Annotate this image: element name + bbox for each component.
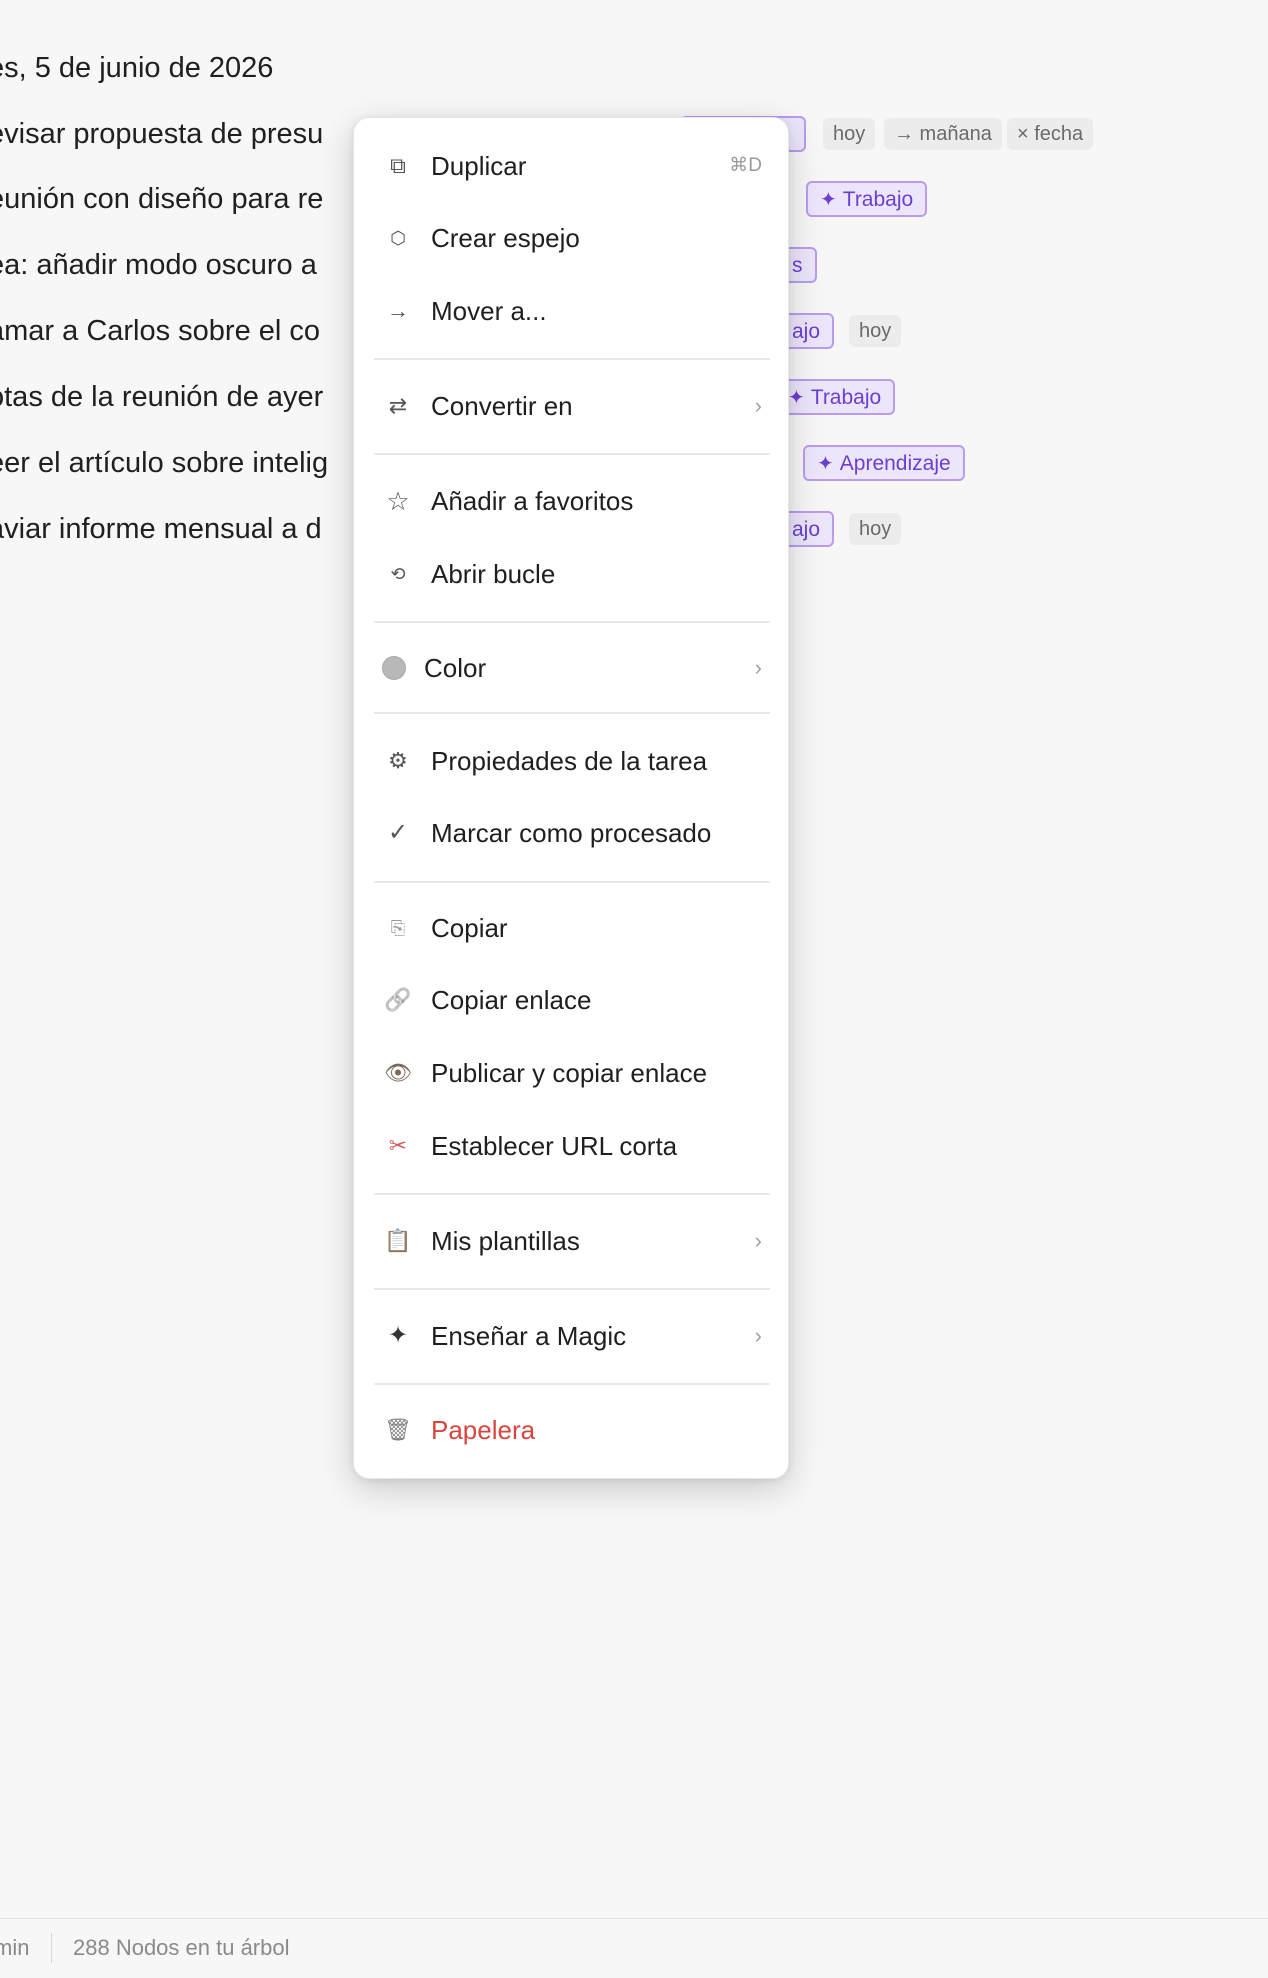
menu-item-short-url[interactable]: ✂ Establecer URL corta (374, 1116, 770, 1176)
link-icon: 🔗 (384, 987, 412, 1012)
menu-item-label: Papelera (431, 1415, 536, 1445)
row-text[interactable]: otas de la reunión de ayer (0, 377, 323, 417)
row-text[interactable]: ea: añadir modo oscuro a (0, 245, 317, 285)
row-text[interactable]: eunión con diseño para re (0, 179, 323, 219)
sparkle-icon: ✦ (817, 453, 834, 475)
status-divider (51, 1933, 52, 1963)
menu-divider (374, 453, 770, 455)
tag-label: Trabajo (810, 386, 882, 409)
menu-item-move[interactable]: → Mover a... (374, 281, 770, 341)
chevron-right-icon: › (754, 1228, 762, 1253)
menu-divider (374, 1383, 770, 1385)
menu-item-label: Marcar como procesado (431, 818, 712, 848)
status-time: min (0, 1935, 30, 1960)
menu-item-mark-processed[interactable]: ✓ Marcar como procesado (374, 803, 770, 863)
context-menu: ⧉ Duplicar ⌘D ⬡ Crear espejo → Mover a..… (353, 117, 789, 1479)
menu-item-label: Mis plantillas (431, 1226, 580, 1256)
menu-item-label: Color (424, 653, 487, 683)
row-text[interactable]: amar a Carlos sobre el co (0, 311, 320, 351)
color-dot-icon (382, 656, 406, 680)
shortcut-hint: ⌘D (729, 155, 762, 176)
menu-item-publish-copy-link[interactable]: 👁 Publicar y copiar enlace (374, 1043, 770, 1103)
menu-item-label: Mover a... (431, 296, 547, 326)
chip-today[interactable]: hoy (823, 118, 876, 150)
menu-item-label: Convertir en (431, 391, 573, 421)
menu-item-label: Duplicar (431, 151, 527, 181)
checkmark-icon: ✓ (387, 819, 409, 846)
loop-icon: ⟲ (390, 564, 406, 584)
menu-item-open-loop[interactable]: ⟲ Abrir bucle (374, 544, 770, 604)
menu-divider (374, 712, 770, 714)
menu-item-favorite[interactable]: ☆ Añadir a favoritos (374, 471, 770, 531)
duplicate-icon: ⧉ (390, 153, 406, 178)
row-text[interactable]: evisar propuesta de presu (0, 114, 323, 154)
clipboard-icon: 📋 (384, 1228, 412, 1253)
menu-item-copy-link[interactable]: 🔗 Copiar enlace (374, 970, 770, 1030)
menu-item-label: Añadir a favoritos (431, 486, 634, 516)
menu-item-trash[interactable]: 🗑 Papelera (374, 1400, 770, 1460)
menu-item-label: Copiar (431, 913, 508, 943)
tag-label: Aprendizaje (839, 452, 951, 475)
menu-item-color[interactable]: Color › (374, 638, 770, 698)
chip-date[interactable]: × fecha (1007, 118, 1094, 150)
eye-icon: 👁 (384, 1060, 412, 1085)
menu-divider (374, 621, 770, 623)
menu-item-mirror[interactable]: ⬡ Crear espejo (374, 208, 770, 268)
menu-item-label: Crear espejo (431, 223, 580, 253)
sparkle-icon: ✦ (387, 1322, 409, 1349)
scissors-icon: ✂ (388, 1133, 408, 1158)
chevron-right-icon: › (754, 655, 762, 680)
menu-item-duplicate[interactable]: ⧉ Duplicar ⌘D (374, 136, 770, 196)
star-icon: ☆ (386, 486, 410, 516)
copy-icon: ⎘ (390, 918, 406, 938)
date-heading: es, 5 de junio de 2026 (0, 52, 274, 84)
menu-item-convert[interactable]: ⇄ Convertir en › (374, 376, 770, 436)
menu-divider (374, 881, 770, 883)
menu-item-label: Enseñar a Magic (431, 1321, 627, 1351)
sparkle-icon: ✦ (788, 387, 805, 409)
chip-tomorrow[interactable]: → mañana (884, 118, 1002, 150)
chip-today[interactable]: hoy (849, 315, 902, 347)
status-bar: min 288 Nodos en tu árbol (0, 1918, 1268, 1978)
chip-today[interactable]: hoy (849, 513, 902, 545)
mirror-icon: ⬡ (390, 228, 406, 248)
gear-icon: ⚙ (388, 748, 408, 773)
tag-label: Trabajo (842, 188, 914, 211)
arrow-right-icon: → (387, 298, 409, 323)
chevron-right-icon: › (754, 1323, 762, 1348)
sparkle-icon: ✦ (820, 189, 837, 211)
tag-pill[interactable]: ✦ Trabajo (806, 181, 928, 217)
menu-item-templates[interactable]: 📋 Mis plantillas › (374, 1211, 770, 1271)
menu-item-label: Abrir bucle (431, 559, 556, 589)
menu-item-label: Publicar y copiar enlace (431, 1058, 708, 1088)
menu-divider (374, 1288, 770, 1290)
menu-item-task-properties[interactable]: ⚙ Propiedades de la tarea (374, 731, 770, 791)
row-text[interactable]: eer el artículo sobre intelig (0, 443, 328, 483)
menu-item-label: Establecer URL corta (431, 1131, 678, 1161)
node-count: 288 Nodos en tu árbol (73, 1935, 290, 1960)
tag-pill[interactable]: ✦ Aprendizaje (803, 445, 965, 481)
menu-divider (374, 1193, 770, 1195)
menu-divider (374, 358, 770, 360)
chevron-right-icon: › (754, 393, 762, 418)
menu-item-teach-magic[interactable]: ✦ Enseñar a Magic › (374, 1306, 770, 1366)
convert-icon: ⇄ (388, 393, 408, 418)
trash-icon: 🗑 (384, 1417, 412, 1442)
menu-item-label: Propiedades de la tarea (431, 746, 708, 776)
menu-item-copy[interactable]: ⎘ Copiar (374, 898, 770, 958)
menu-item-label: Copiar enlace (431, 985, 592, 1015)
row-text[interactable]: aviar informe mensual a d (0, 509, 322, 549)
